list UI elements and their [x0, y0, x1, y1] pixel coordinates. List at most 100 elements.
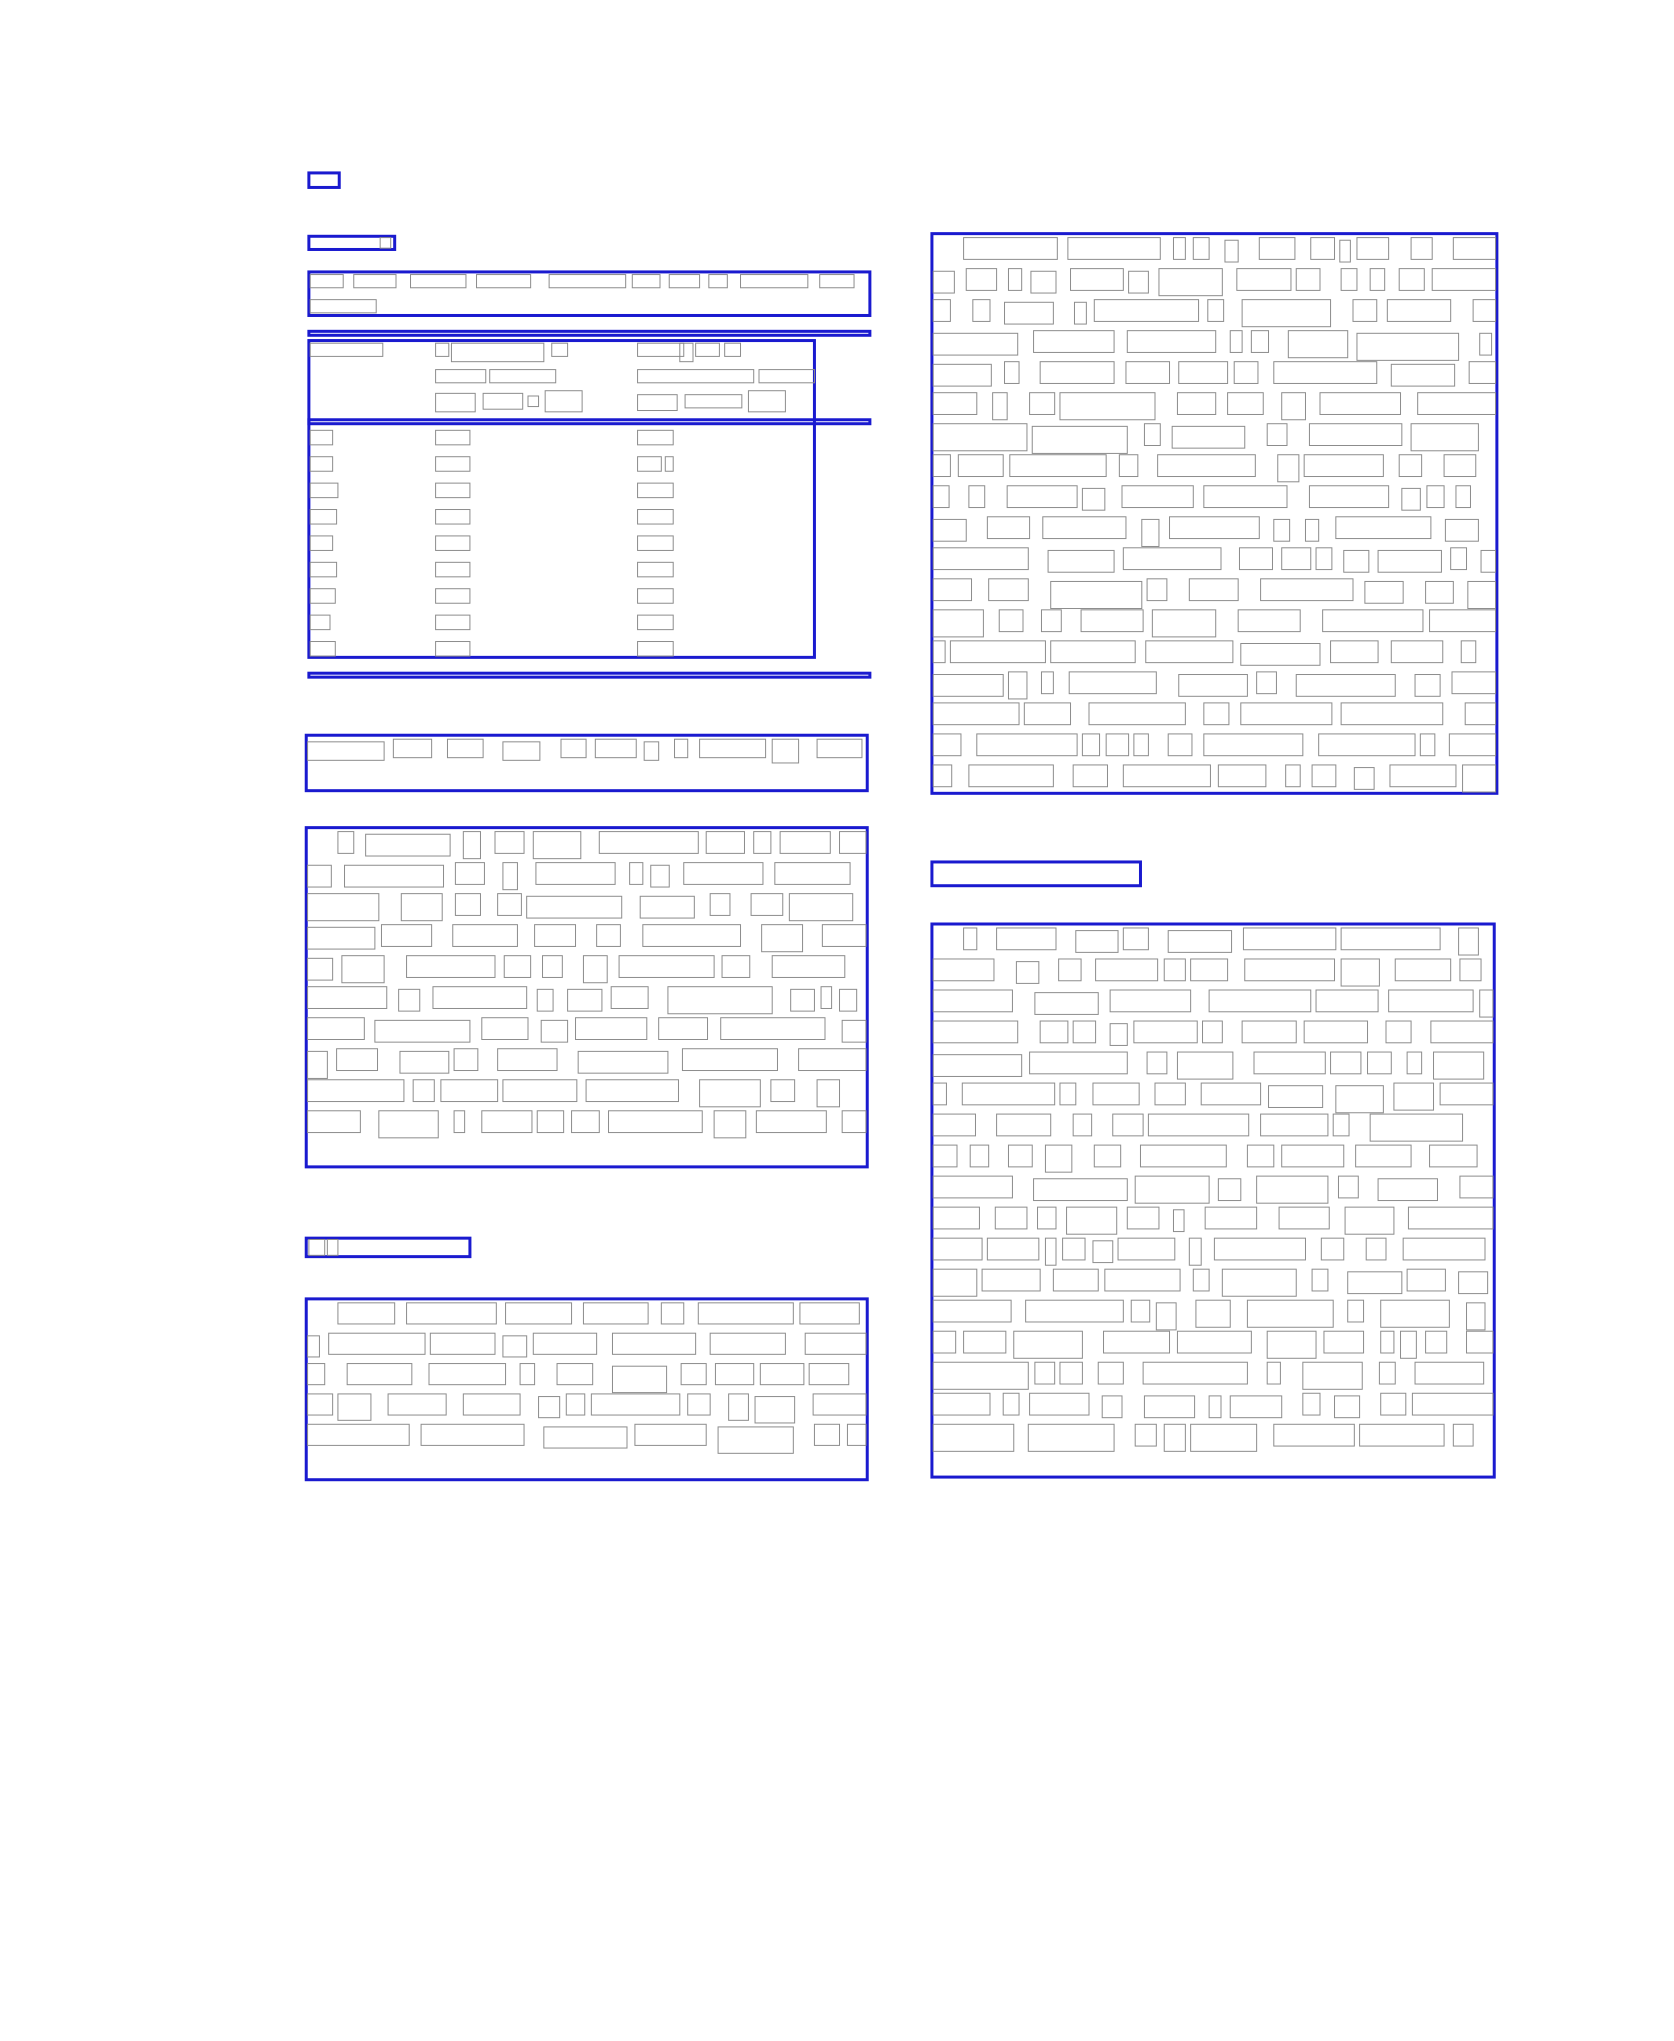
word-token [435, 561, 471, 578]
word-token [406, 955, 496, 978]
word-token [1039, 1020, 1069, 1044]
word-token [637, 561, 674, 578]
word-token [932, 1392, 991, 1416]
word-token [963, 237, 1058, 260]
word-token [1380, 1330, 1395, 1354]
word-token [1004, 301, 1054, 325]
word-token [494, 831, 525, 854]
word-token [1460, 640, 1477, 664]
word-token [1027, 1423, 1115, 1452]
word-token [714, 1363, 755, 1386]
word-token [497, 1048, 558, 1072]
word-token [754, 1396, 796, 1424]
word-token [708, 274, 728, 289]
word-token [337, 1302, 396, 1325]
word-token [1238, 547, 1273, 571]
word-token [1302, 1361, 1363, 1390]
word-token [452, 924, 518, 947]
word-token [932, 1082, 947, 1106]
word-token [536, 988, 554, 1012]
word-token [400, 893, 443, 922]
word-token [571, 1110, 600, 1134]
word-token [598, 831, 699, 854]
word-token [709, 893, 731, 916]
word-token [1258, 237, 1296, 260]
word-token [378, 1110, 439, 1139]
word-token [1340, 927, 1441, 951]
word-token [476, 274, 532, 289]
word-token [932, 1268, 978, 1297]
word-token [453, 1110, 466, 1134]
word-token [532, 831, 582, 860]
word-token [1133, 1020, 1198, 1044]
word-token [1406, 1051, 1423, 1075]
word-token [932, 1361, 1029, 1390]
word-token [699, 1079, 761, 1108]
word-token [1353, 767, 1375, 790]
word-token [1304, 518, 1320, 542]
word-token [683, 862, 764, 885]
word-token [1332, 1113, 1350, 1137]
word-token [1176, 392, 1217, 415]
word-token [697, 1302, 794, 1325]
word-token [307, 1423, 410, 1446]
word-token [502, 1079, 578, 1103]
word-token [1081, 487, 1106, 511]
word-token [1380, 1299, 1450, 1328]
word-token [932, 578, 973, 602]
word-token [1335, 516, 1432, 540]
word-token [1466, 1302, 1486, 1331]
word-token [1266, 1330, 1317, 1359]
word-token [309, 588, 336, 604]
word-token [1343, 549, 1370, 573]
word-token [1163, 958, 1186, 982]
annotated-page [304, 171, 1499, 1482]
word-token [1103, 1330, 1171, 1354]
word-token [1318, 733, 1416, 757]
word-token [1040, 609, 1062, 633]
word-token [699, 738, 767, 759]
word-token [1227, 392, 1264, 415]
word-token [527, 395, 540, 408]
word-token [1172, 237, 1186, 260]
word-token [453, 1048, 479, 1072]
word-token [1190, 958, 1229, 982]
word-token [1466, 1330, 1494, 1354]
word-token [1390, 363, 1456, 387]
word-token [596, 924, 621, 947]
word-token [728, 1393, 749, 1421]
word-token [556, 1363, 594, 1386]
word-token [637, 342, 685, 357]
word-token [1101, 1395, 1123, 1419]
word-token [709, 1332, 786, 1355]
word-token [428, 1363, 507, 1386]
word-token [1033, 1178, 1128, 1202]
word-token [502, 741, 541, 761]
word-token [1004, 361, 1020, 384]
word-token [1195, 1299, 1231, 1328]
word-token [637, 509, 674, 525]
word-token [1134, 1175, 1210, 1204]
word-token [542, 955, 563, 978]
word-token [344, 864, 445, 888]
word-token [821, 924, 867, 947]
word-token [432, 986, 528, 1009]
word-token [1088, 702, 1186, 726]
word-token [1007, 268, 1023, 291]
word-token [1037, 1206, 1057, 1230]
word-token [1388, 989, 1474, 1013]
word-token [932, 1113, 976, 1137]
word-token [1339, 239, 1351, 263]
word-token [1142, 1361, 1248, 1385]
word-token [1448, 733, 1497, 757]
word-token [1015, 961, 1040, 984]
word-token [1479, 989, 1494, 1018]
word-token [1419, 733, 1436, 757]
paragraph-region-left-1 [304, 826, 869, 1169]
word-token [1151, 609, 1217, 638]
word-token [788, 893, 854, 922]
word-token [1431, 268, 1497, 291]
word-token [1462, 764, 1497, 793]
word-token [660, 1302, 685, 1325]
word-token [1081, 733, 1101, 757]
